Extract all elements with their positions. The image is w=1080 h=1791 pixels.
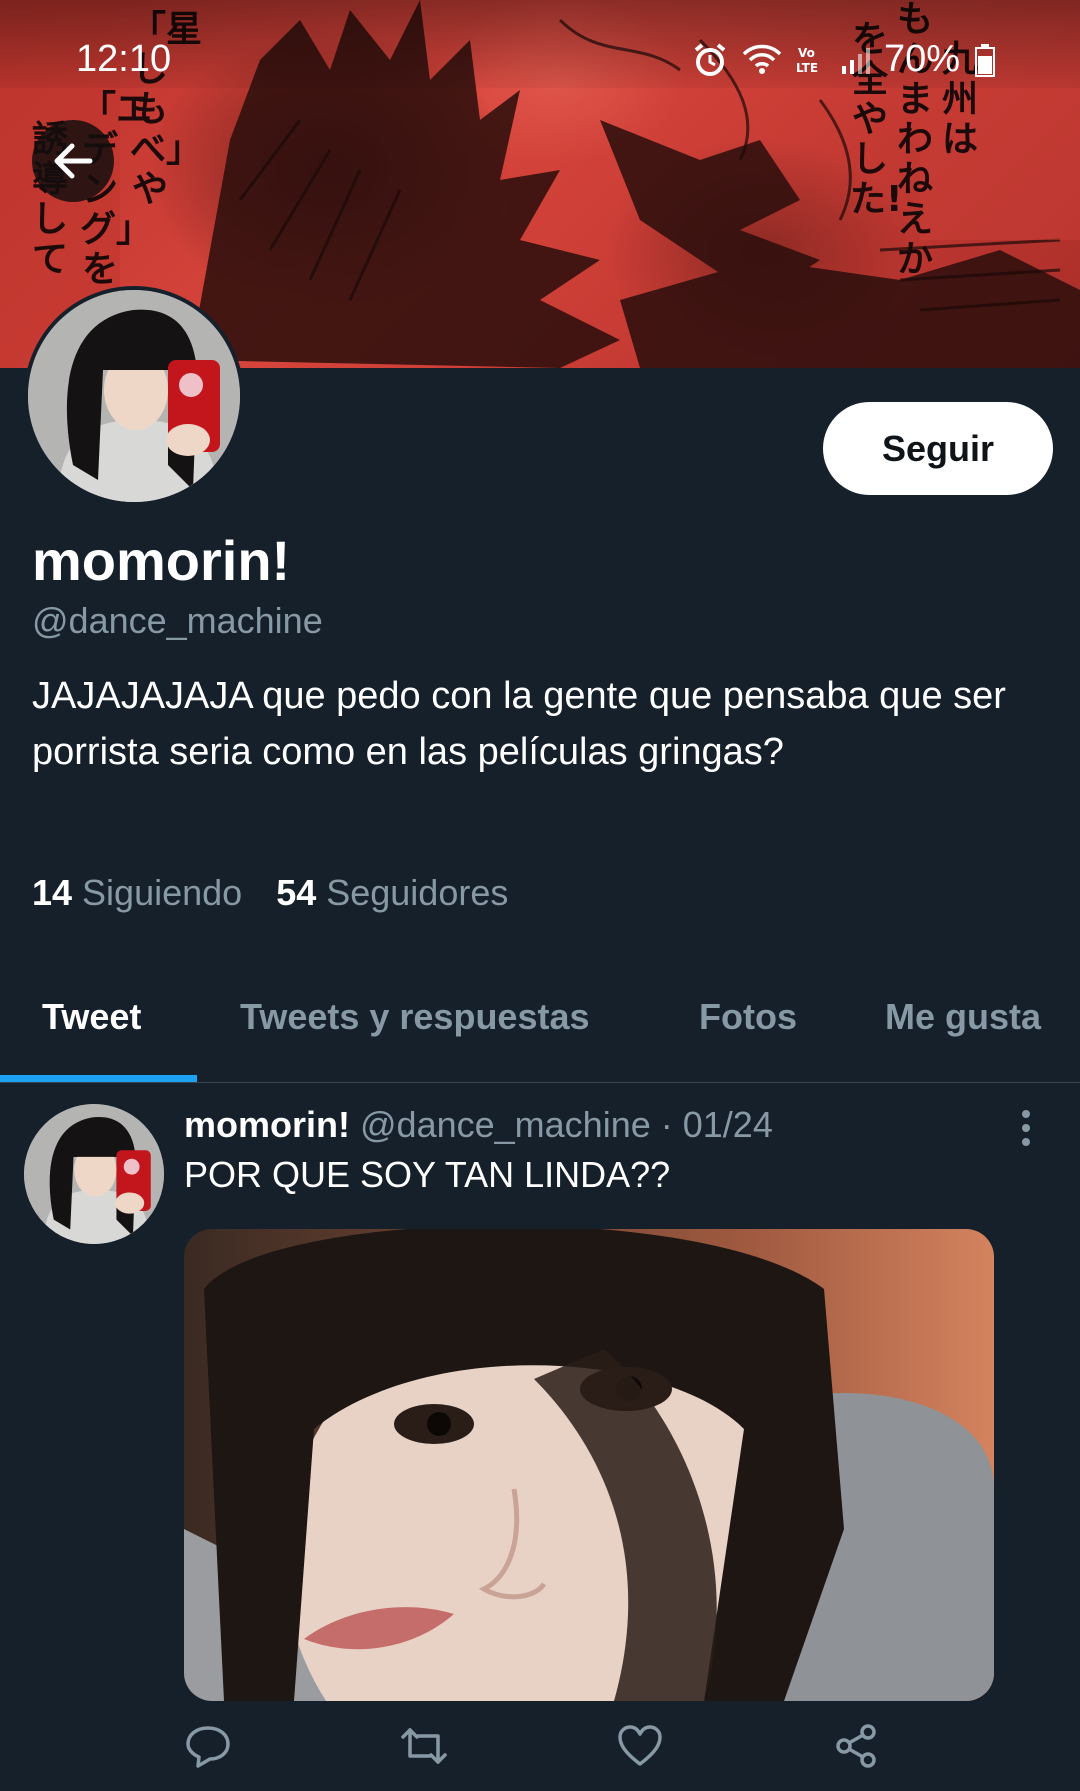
- profile-tabs: Tweet Tweets y respuestas Fotos Me gusta: [0, 960, 1080, 1083]
- more-vertical-icon: [1022, 1110, 1030, 1146]
- profile-avatar[interactable]: [24, 286, 244, 506]
- following-label: Siguiendo: [82, 872, 243, 913]
- like-button[interactable]: [616, 1722, 664, 1770]
- tweet-text: POR QUE SOY TAN LINDA??: [184, 1154, 671, 1195]
- tweet-photo-image: [184, 1229, 994, 1701]
- reply-button[interactable]: [184, 1722, 232, 1770]
- alarm-icon: [694, 42, 726, 76]
- tweet-media-photo[interactable]: [184, 1229, 994, 1701]
- tab-me-gusta[interactable]: Me gusta: [885, 996, 1041, 1038]
- like-icon: [618, 1725, 662, 1766]
- tweet-separator: ·: [650, 1104, 683, 1145]
- status-time: 12:10: [76, 38, 172, 80]
- tweet-header: momorin! @dance_machine · 01/24: [184, 1104, 773, 1146]
- follow-button[interactable]: Seguir: [823, 402, 1053, 495]
- tweet-date[interactable]: 01/24: [683, 1104, 773, 1145]
- active-tab-indicator: [0, 1075, 197, 1082]
- battery-icon: [975, 43, 995, 77]
- tweet-avatar[interactable]: [24, 1104, 164, 1244]
- share-button[interactable]: [832, 1722, 880, 1770]
- profile-handle: @dance_machine: [32, 600, 323, 641]
- avatar-photo: [28, 290, 240, 502]
- svg-text:LTE: LTE: [796, 61, 818, 75]
- battery-percent: 70%: [883, 38, 960, 80]
- followers-count: 54: [276, 872, 317, 913]
- volte-icon: Vo LTE: [796, 46, 818, 75]
- status-bar: 12:10 Vo LTE 70%: [0, 0, 1080, 88]
- retweet-icon: [401, 1728, 447, 1764]
- share-icon: [836, 1724, 876, 1768]
- followers-label: Seguidores: [326, 872, 509, 913]
- followers-stat[interactable]: 54 Seguidores: [276, 872, 508, 914]
- tweet-author-handle[interactable]: @dance_machine: [360, 1104, 651, 1145]
- back-button[interactable]: [32, 120, 114, 202]
- profile-bio: JAJAJAJAJA que pedo con la gente que pen…: [32, 675, 1006, 773]
- status-icons: Vo LTE 70%: [692, 38, 996, 81]
- svg-text:Vo: Vo: [798, 46, 815, 60]
- signal-icon: [841, 47, 870, 74]
- tab-tweets-y-respuestas[interactable]: Tweets y respuestas: [240, 996, 590, 1038]
- tab-fotos[interactable]: Fotos: [699, 996, 797, 1038]
- tweet-more-button[interactable]: [1010, 1106, 1042, 1150]
- profile-display-name: momorin!: [32, 529, 291, 592]
- following-stat[interactable]: 14 Siguiendo: [32, 872, 242, 914]
- retweet-button[interactable]: [400, 1722, 448, 1770]
- tab-tweet[interactable]: Tweet: [42, 996, 141, 1038]
- tweet-author-name[interactable]: momorin!: [184, 1104, 350, 1145]
- reply-icon: [186, 1726, 230, 1768]
- wifi-icon: [742, 44, 782, 74]
- profile-stats: 14 Siguiendo 54 Seguidores: [32, 872, 508, 914]
- tweet-avatar-photo: [24, 1104, 164, 1244]
- arrow-left-icon: [54, 143, 93, 179]
- following-count: 14: [32, 872, 73, 913]
